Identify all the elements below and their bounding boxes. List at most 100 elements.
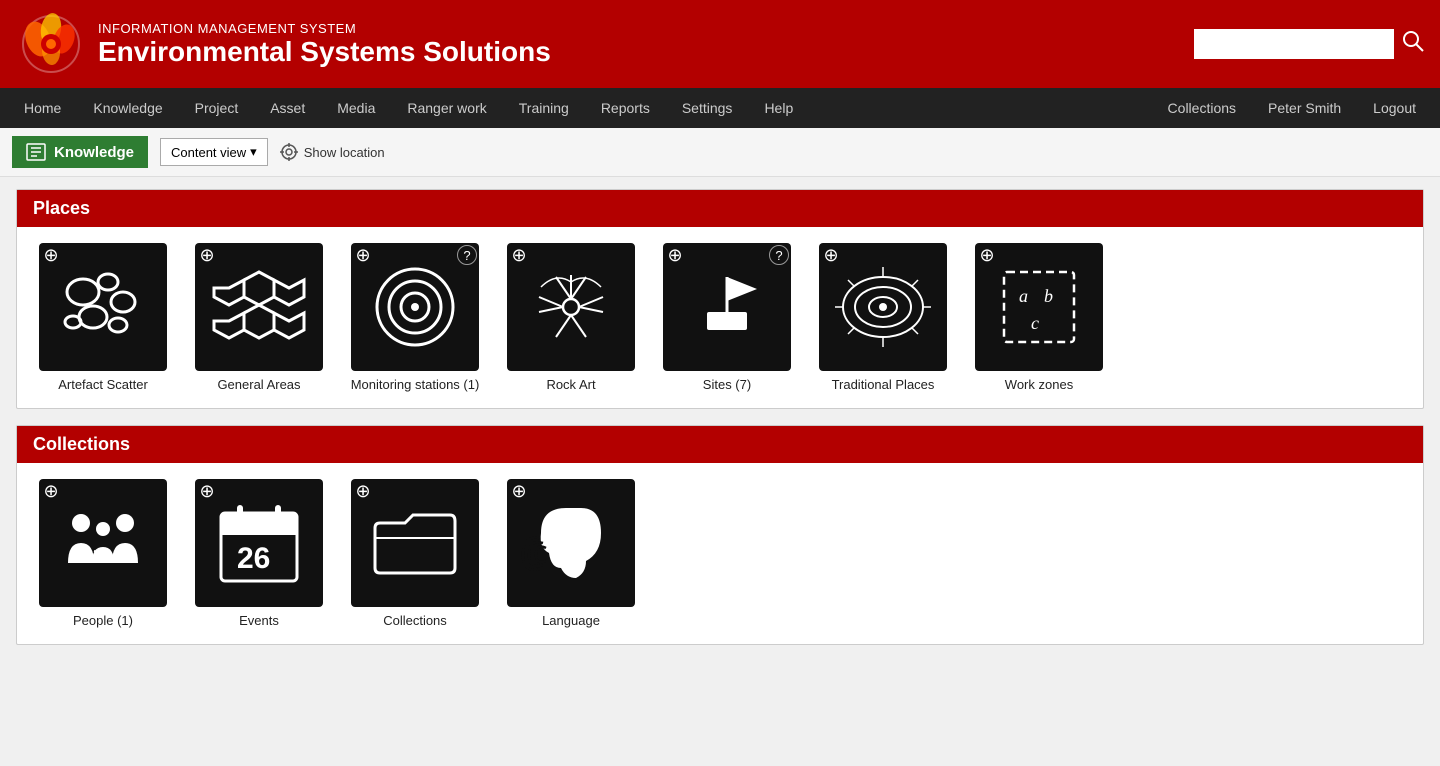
header-title: Environmental Systems Solutions xyxy=(98,36,551,68)
add-general-areas-button[interactable]: ⊕ xyxy=(197,245,217,265)
add-people-button[interactable]: ⊕ xyxy=(41,481,61,501)
logo-icon xyxy=(16,9,86,79)
work-zones-label: Work zones xyxy=(1005,377,1073,392)
add-events-button[interactable]: ⊕ xyxy=(197,481,217,501)
nav-item-collections[interactable]: Collections xyxy=(1152,88,1252,128)
card-sites[interactable]: ⊕ ? Sites (7) xyxy=(657,243,797,392)
svg-text:b: b xyxy=(1044,286,1053,306)
collections-image: ⊕ xyxy=(351,479,479,607)
collections-section-header: Collections xyxy=(17,426,1423,463)
nav-item-peter-smith[interactable]: Peter Smith xyxy=(1252,88,1357,128)
collections-folder-icon xyxy=(365,493,465,593)
knowledge-icon xyxy=(26,142,46,162)
add-collections-button[interactable]: ⊕ xyxy=(353,481,373,501)
main-content: Places ⊕ Artefact Scatter xyxy=(0,177,1440,673)
main-nav: Home Knowledge Project Asset Media Range… xyxy=(0,88,1440,128)
collections-section-body: ⊕ xyxy=(17,463,1423,644)
sites-icon xyxy=(677,257,777,357)
monitoring-stations-label: Monitoring stations (1) xyxy=(351,377,480,392)
svg-text:26: 26 xyxy=(237,542,270,575)
header-right xyxy=(1194,29,1424,59)
add-work-zones-button[interactable]: ⊕ xyxy=(977,245,997,265)
nav-item-home[interactable]: Home xyxy=(8,88,77,128)
show-location-button[interactable]: Show location xyxy=(280,143,385,161)
header: INFORMATION MANAGEMENT SYSTEM Environmen… xyxy=(0,0,1440,88)
sites-help-button[interactable]: ? xyxy=(769,245,789,265)
header-subtitle: INFORMATION MANAGEMENT SYSTEM xyxy=(98,21,551,36)
events-image: ⊕ 26 xyxy=(195,479,323,607)
collections-label: Collections xyxy=(383,613,447,628)
places-section-body: ⊕ Artefact Scatter ⊕ xyxy=(17,227,1423,408)
artefact-scatter-image: ⊕ xyxy=(39,243,167,371)
card-general-areas[interactable]: ⊕ General Areas xyxy=(189,243,329,392)
card-monitoring-stations[interactable]: ⊕ ? Monitoring stations (1) xyxy=(345,243,485,392)
add-language-button[interactable]: ⊕ xyxy=(509,481,529,501)
places-section-header: Places xyxy=(17,190,1423,227)
people-label: People (1) xyxy=(73,613,133,628)
rock-art-icon xyxy=(521,257,621,357)
card-collections[interactable]: ⊕ Collections xyxy=(345,479,485,628)
svg-text:c: c xyxy=(1031,313,1039,333)
general-areas-image: ⊕ xyxy=(195,243,323,371)
crosshair-icon xyxy=(280,143,298,161)
show-location-label: Show location xyxy=(304,145,385,160)
card-traditional-places[interactable]: ⊕ xyxy=(813,243,953,392)
artefact-scatter-icon xyxy=(53,257,153,357)
nav-item-asset[interactable]: Asset xyxy=(254,88,321,128)
collections-title: Collections xyxy=(33,434,130,454)
rock-art-label: Rock Art xyxy=(546,377,595,392)
monitoring-stations-image: ⊕ ? xyxy=(351,243,479,371)
people-icon xyxy=(53,493,153,593)
add-rock-art-button[interactable]: ⊕ xyxy=(509,245,529,265)
toolbar: Knowledge Content view ▾ Show location xyxy=(0,128,1440,177)
content-view-label: Content view xyxy=(171,145,246,160)
traditional-places-image: ⊕ xyxy=(819,243,947,371)
search-input[interactable] xyxy=(1194,29,1394,59)
nav-item-ranger-work[interactable]: Ranger work xyxy=(391,88,502,128)
add-artefact-scatter-button[interactable]: ⊕ xyxy=(41,245,61,265)
sites-image: ⊕ ? xyxy=(663,243,791,371)
collections-section: Collections ⊕ xyxy=(16,425,1424,645)
card-work-zones[interactable]: ⊕ a b c Work zones xyxy=(969,243,1109,392)
monitoring-stations-help-button[interactable]: ? xyxy=(457,245,477,265)
add-traditional-places-button[interactable]: ⊕ xyxy=(821,245,841,265)
knowledge-button[interactable]: Knowledge xyxy=(12,136,148,168)
nav-item-logout[interactable]: Logout xyxy=(1357,88,1432,128)
card-language[interactable]: ⊕ Language xyxy=(501,479,641,628)
traditional-places-icon xyxy=(833,257,933,357)
card-people[interactable]: ⊕ xyxy=(33,479,173,628)
search-icon xyxy=(1402,30,1424,52)
general-areas-label: General Areas xyxy=(217,377,300,392)
nav-left: Home Knowledge Project Asset Media Range… xyxy=(8,88,809,128)
knowledge-label: Knowledge xyxy=(54,144,134,161)
nav-item-media[interactable]: Media xyxy=(321,88,391,128)
nav-item-project[interactable]: Project xyxy=(179,88,255,128)
card-events[interactable]: ⊕ 26 Events xyxy=(189,479,329,628)
dropdown-arrow-icon: ▾ xyxy=(250,144,257,160)
nav-item-settings[interactable]: Settings xyxy=(666,88,749,128)
language-icon xyxy=(521,493,621,593)
work-zones-icon: a b c xyxy=(989,257,1089,357)
add-sites-button[interactable]: ⊕ xyxy=(665,245,685,265)
rock-art-image: ⊕ xyxy=(507,243,635,371)
events-label: Events xyxy=(239,613,279,628)
card-rock-art[interactable]: ⊕ xyxy=(501,243,641,392)
add-monitoring-stations-button[interactable]: ⊕ xyxy=(353,245,373,265)
events-icon: 26 xyxy=(209,493,309,593)
search-button[interactable] xyxy=(1402,30,1424,58)
work-zones-image: ⊕ a b c xyxy=(975,243,1103,371)
header-left: INFORMATION MANAGEMENT SYSTEM Environmen… xyxy=(16,9,551,79)
places-section: Places ⊕ Artefact Scatter xyxy=(16,189,1424,409)
people-image: ⊕ xyxy=(39,479,167,607)
language-label: Language xyxy=(542,613,600,628)
nav-item-reports[interactable]: Reports xyxy=(585,88,666,128)
nav-item-help[interactable]: Help xyxy=(748,88,809,128)
content-view-button[interactable]: Content view ▾ xyxy=(160,138,268,166)
nav-item-knowledge[interactable]: Knowledge xyxy=(77,88,178,128)
traditional-places-label: Traditional Places xyxy=(832,377,935,392)
nav-item-training[interactable]: Training xyxy=(503,88,585,128)
language-image: ⊕ xyxy=(507,479,635,607)
nav-right: Collections Peter Smith Logout xyxy=(1152,88,1432,128)
card-artefact-scatter[interactable]: ⊕ Artefact Scatter xyxy=(33,243,173,392)
monitoring-stations-icon xyxy=(365,257,465,357)
